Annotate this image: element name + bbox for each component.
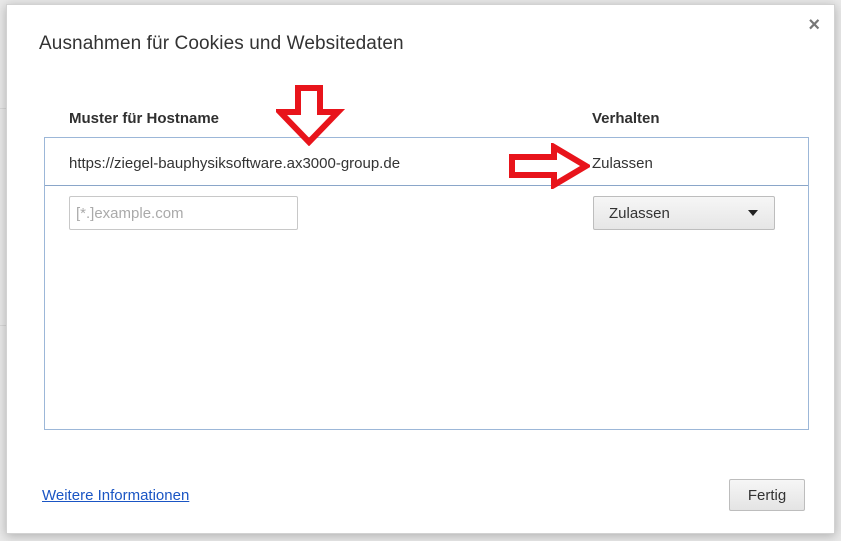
behavior-select-value: Zulassen: [609, 205, 670, 222]
done-button[interactable]: Fertig: [729, 479, 805, 511]
exceptions-list: https://ziegel-bauphysiksoftware.ax3000-…: [44, 137, 809, 430]
cookie-exceptions-dialog: Ausnahmen für Cookies und Websitedaten ×…: [6, 4, 835, 534]
exception-behavior: Zulassen: [592, 155, 653, 172]
list-item[interactable]: https://ziegel-bauphysiksoftware.ax3000-…: [45, 138, 808, 186]
exception-host: https://ziegel-bauphysiksoftware.ax3000-…: [69, 155, 401, 172]
close-icon[interactable]: ×: [808, 15, 820, 35]
behavior-select[interactable]: Zulassen: [593, 196, 775, 230]
column-header-behavior: Verhalten: [592, 110, 660, 127]
more-info-link[interactable]: Weitere Informationen: [42, 487, 189, 504]
dialog-title: Ausnahmen für Cookies und Websitedaten: [39, 33, 404, 54]
column-header-hostname: Muster für Hostname: [69, 110, 220, 127]
hostname-pattern-input[interactable]: [69, 196, 298, 230]
chevron-down-icon: [748, 210, 758, 216]
